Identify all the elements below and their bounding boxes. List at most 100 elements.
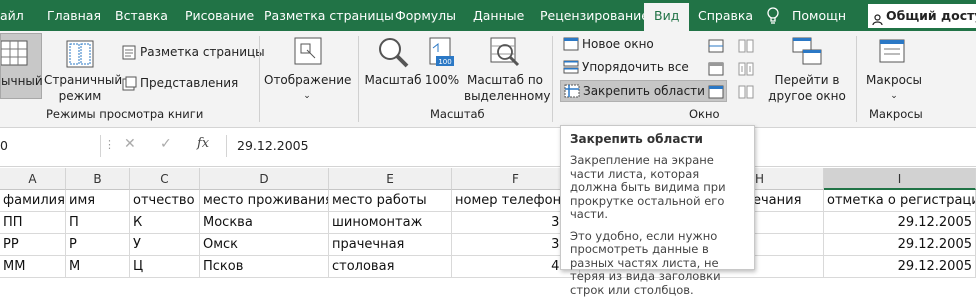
cell-e[interactable]: шиномонтаж: [329, 212, 452, 234]
cell-b[interactable]: М: [66, 256, 130, 278]
macros-button[interactable]: Макросы ⌄: [862, 33, 926, 103]
page-layout-view-button[interactable]: Разметка страницы: [120, 42, 265, 62]
new-window-icon: [563, 37, 579, 57]
cell-header-a[interactable]: фамилия: [0, 190, 66, 212]
cell-e[interactable]: столовая: [329, 256, 452, 278]
tab-insert[interactable]: Вставка: [115, 0, 168, 31]
new-window-label: Новое окно: [582, 37, 654, 51]
enter-icon[interactable]: ✓: [160, 136, 172, 152]
cell-header-e[interactable]: место работы: [329, 190, 452, 212]
cell-header-d[interactable]: место проживания: [200, 190, 329, 212]
zoom-button[interactable]: Масштаб: [364, 33, 422, 103]
tab-view[interactable]: Вид: [644, 3, 689, 31]
tab-formulas[interactable]: Формулы: [395, 0, 456, 31]
tab-page-layout[interactable]: Разметка страницы: [264, 0, 394, 31]
cell-d[interactable]: Псков: [200, 256, 329, 278]
view-side-by-side-icon[interactable]: [738, 38, 754, 57]
zoom-selection-button[interactable]: Масштаб по выделенному: [464, 33, 546, 103]
tooltip-description: Закрепление на экране части листа, котор…: [570, 154, 745, 222]
page-break-view-label: Страничный режим: [44, 72, 116, 104]
tooltip-title: Закрепить области: [570, 132, 745, 146]
cell-c[interactable]: К: [130, 212, 200, 234]
ribbon-separator: [259, 36, 260, 122]
reset-window-position-icon[interactable]: [738, 84, 754, 103]
column-header-i[interactable]: I: [824, 168, 976, 190]
cancel-icon[interactable]: ✕: [124, 136, 136, 152]
window-group-label: Окно: [689, 107, 720, 121]
switch-windows-label: Перейти в другое окно: [766, 72, 848, 104]
zoom-label: Масштаб: [364, 72, 422, 88]
synchronous-scrolling-icon[interactable]: [738, 61, 754, 80]
new-window-button[interactable]: Новое окно: [560, 34, 654, 54]
cell-a[interactable]: ПП: [0, 212, 66, 234]
cell-b[interactable]: Р: [66, 234, 130, 256]
switch-windows-button[interactable]: Перейти в другое окно: [766, 33, 848, 103]
cell-header-c[interactable]: отчество: [130, 190, 200, 212]
cell-header-i[interactable]: отметка о регистрации: [824, 190, 976, 212]
show-button[interactable]: Отображение ⌄: [264, 33, 350, 103]
tooltip-hint: Это удобно, если нужно просмотреть данны…: [570, 230, 745, 297]
normal-view-icon: [1, 39, 31, 73]
zoom-100-button[interactable]: 100 100%: [424, 33, 460, 103]
lightbulb-icon[interactable]: [766, 7, 780, 25]
share-label: Общий доступ: [886, 8, 976, 23]
formula-bar: 0 ⋮ ✕ ✓ fx 29.12.2005: [0, 128, 976, 167]
page-break-view-button[interactable]: Страничный режим: [44, 33, 116, 103]
freeze-panes-icon: [564, 84, 580, 104]
arrange-all-icon: [563, 60, 579, 80]
freeze-panes-label: Закрепить области: [583, 84, 705, 98]
column-header-b[interactable]: B: [66, 168, 130, 190]
tab-home[interactable]: Главная: [47, 0, 101, 31]
zoom-selection-icon: [489, 36, 521, 72]
name-box[interactable]: 0: [0, 135, 101, 157]
tab-tell-me[interactable]: Помощн: [792, 0, 846, 31]
column-header-e[interactable]: E: [329, 168, 452, 190]
cell-e[interactable]: прачечная: [329, 234, 452, 256]
cell-i[interactable]: 29.12.2005: [824, 212, 976, 234]
cell-a[interactable]: РР: [0, 234, 66, 256]
custom-views-icon: [122, 76, 137, 97]
cell-d[interactable]: Омск: [200, 234, 329, 256]
hide-window-icon[interactable]: [708, 61, 724, 80]
macros-group-label: Макросы: [869, 107, 923, 121]
cell-c[interactable]: У: [130, 234, 200, 256]
custom-views-label: Представления: [140, 76, 238, 90]
cell-b[interactable]: П: [66, 212, 130, 234]
switch-windows-icon: [791, 36, 823, 72]
column-header-a[interactable]: A: [0, 168, 66, 190]
zoom-100-icon: 100: [428, 36, 456, 72]
cell-i[interactable]: 29.12.2005: [824, 256, 976, 278]
magnifier-icon: [377, 36, 409, 72]
column-header-c[interactable]: C: [130, 168, 200, 190]
tab-draw[interactable]: Рисование: [185, 0, 254, 31]
freeze-panes-button[interactable]: Закрепить области ⌄: [560, 80, 727, 102]
svg-text:100: 100: [438, 58, 451, 66]
cell-header-b[interactable]: имя: [66, 190, 130, 212]
arrange-all-button[interactable]: Упорядочить все: [560, 57, 689, 77]
normal-view-button[interactable]: ычный: [0, 33, 42, 99]
macros-label: Макросы: [862, 72, 926, 88]
tab-file[interactable]: айл: [0, 0, 24, 31]
cell-a[interactable]: ММ: [0, 256, 66, 278]
cell-c[interactable]: Ц: [130, 256, 200, 278]
macros-icon: [878, 36, 910, 72]
vertical-dots-icon: ⋮: [104, 138, 115, 151]
insert-function-icon[interactable]: fx: [197, 136, 209, 151]
ribbon-tab-bar: айл Главная Вставка Рисование Разметка с…: [0, 0, 976, 31]
page-layout-icon: [122, 45, 136, 66]
ribbon-separator: [856, 36, 857, 122]
show-label: Отображение: [264, 72, 350, 88]
share-button[interactable]: Общий доступ: [868, 4, 976, 28]
split-icon[interactable]: [708, 38, 724, 57]
tab-help[interactable]: Справка: [698, 0, 753, 31]
show-icon: [293, 36, 323, 70]
unhide-window-icon[interactable]: [708, 84, 724, 103]
page-break-view-icon: [65, 39, 95, 73]
custom-views-button[interactable]: Представления: [120, 73, 238, 93]
tab-data[interactable]: Данные: [473, 0, 524, 31]
cell-d[interactable]: Москва: [200, 212, 329, 234]
zoom-group-label: Масштаб: [430, 107, 485, 121]
column-header-d[interactable]: D: [200, 168, 329, 190]
cell-i[interactable]: 29.12.2005: [824, 234, 976, 256]
tab-review[interactable]: Рецензирование: [540, 0, 649, 31]
